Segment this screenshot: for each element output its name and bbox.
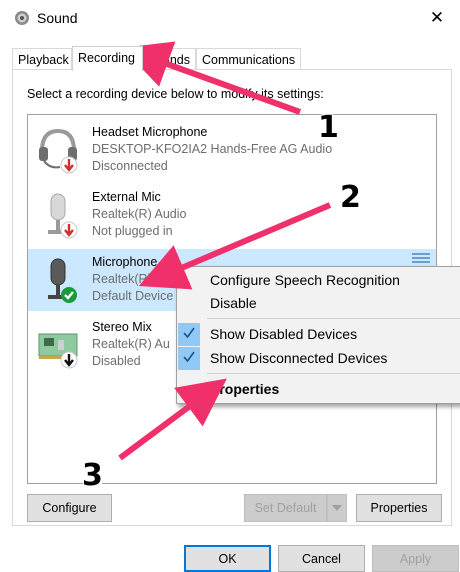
device-status: Not plugged in (92, 224, 173, 238)
close-button[interactable]: ✕ (414, 0, 460, 36)
set-default-button[interactable]: Set Default (244, 494, 327, 522)
menu-item-label: Properties (210, 381, 280, 397)
device-driver: DESKTOP-KFO2IA2 Hands-Free AG Audio (92, 142, 333, 156)
red-down-arrow-icon (60, 156, 78, 174)
context-menu: Configure Speech Recognition Disable Sho… (176, 266, 460, 404)
tab-communications[interactable]: Communications (196, 48, 301, 70)
menu-item-show-disabled[interactable]: Show Disabled Devices (177, 323, 460, 346)
device-status: Disabled (92, 354, 141, 368)
device-name: External Mic (92, 190, 161, 204)
tab-recording[interactable]: Recording (72, 46, 143, 71)
device-name: Microphone (92, 255, 158, 269)
menu-separator (207, 318, 460, 319)
ok-button[interactable]: OK (184, 545, 271, 572)
red-down-arrow-icon (60, 221, 78, 239)
instruction-text: Select a recording device below to modif… (27, 87, 324, 101)
device-name: Stereo Mix (92, 320, 152, 334)
microphone-icon (48, 193, 78, 239)
step-number-3: 3 (82, 458, 103, 493)
tab-strip: Playback Recording unds Communications (12, 46, 452, 71)
step-number-1: 1 (318, 110, 339, 145)
device-external-mic[interactable]: External Mic Realtek(R) Audio Not plugge… (28, 184, 436, 246)
headset-icon (39, 128, 78, 174)
menu-item-disable[interactable]: Disable (177, 292, 460, 315)
chevron-down-icon (332, 505, 342, 511)
menu-item-label: Configure Speech Recognition (210, 272, 400, 288)
menu-item-label: Show Disconnected Devices (210, 350, 388, 366)
menu-item-properties[interactable]: Properties (177, 378, 460, 401)
configure-button[interactable]: Configure (27, 494, 112, 522)
device-status: Disconnected (92, 159, 168, 173)
apply-button[interactable]: Apply (372, 545, 459, 572)
properties-button[interactable]: Properties (356, 494, 442, 522)
tab-playback[interactable]: Playback (12, 48, 72, 70)
black-down-arrow-icon (60, 351, 78, 369)
tab-sounds[interactable]: unds (143, 48, 196, 70)
device-driver: Realtek(R) Au (92, 272, 170, 286)
menu-item-label: Show Disabled Devices (210, 326, 358, 342)
title-bar: Sound ✕ (0, 0, 460, 36)
device-name: Headset Microphone (92, 125, 208, 139)
green-check-icon (61, 287, 77, 303)
level-meter-icon (412, 253, 430, 263)
menu-separator (207, 373, 460, 374)
checkmark-icon (183, 351, 195, 363)
device-headset-microphone[interactable]: Headset Microphone DESKTOP-KFO2IA2 Hands… (28, 119, 436, 181)
device-status: Default Device (92, 289, 174, 303)
speaker-icon (15, 11, 29, 25)
cancel-button[interactable]: Cancel (278, 545, 365, 572)
menu-item-show-disconnected[interactable]: Show Disconnected Devices (177, 347, 460, 370)
checkmark-icon (183, 327, 195, 339)
close-icon: ✕ (429, 8, 445, 27)
window-title: Sound (37, 10, 78, 26)
device-driver: Realtek(R) Audio (92, 207, 187, 221)
microphone-icon (48, 258, 77, 303)
set-default-dropdown[interactable] (327, 494, 347, 522)
device-driver: Realtek(R) Au (92, 337, 170, 351)
menu-item-label: Disable (210, 295, 257, 311)
menu-item-configure-speech[interactable]: Configure Speech Recognition (177, 269, 460, 292)
sound-card-icon (38, 333, 78, 369)
step-number-2: 2 (340, 180, 361, 215)
